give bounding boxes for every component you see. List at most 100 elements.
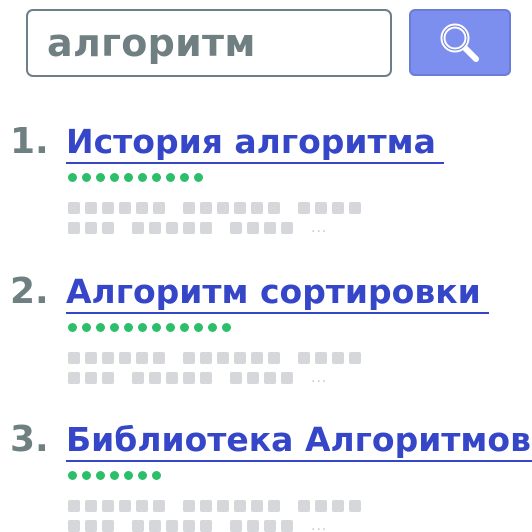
placeholder-block — [68, 352, 80, 364]
rating-dot — [180, 173, 189, 182]
placeholder-block — [153, 352, 165, 364]
placeholder-block — [153, 500, 165, 512]
ellipsis-placeholder: ... — [311, 518, 328, 532]
placeholder-block — [332, 500, 344, 512]
placeholder-block — [68, 500, 80, 512]
placeholder-block — [268, 500, 280, 512]
placeholder-block — [281, 372, 293, 384]
rating-dot — [110, 471, 119, 480]
placeholder-block — [166, 520, 178, 532]
placeholder-block — [183, 520, 195, 532]
placeholder-block — [102, 500, 114, 512]
snippet-line — [68, 202, 361, 214]
rating-dots — [68, 471, 161, 480]
placeholder-block — [132, 520, 144, 532]
placeholder-block — [183, 372, 195, 384]
placeholder-block — [217, 202, 229, 214]
rating-dot — [194, 173, 203, 182]
search-input[interactable]: алгоритм — [26, 9, 392, 77]
placeholder-block — [234, 352, 246, 364]
rating-dot — [110, 323, 119, 332]
placeholder-block — [149, 372, 161, 384]
placeholder-block — [136, 500, 148, 512]
result-link[interactable]: История алгоритма — [66, 122, 444, 164]
placeholder-block — [85, 520, 97, 532]
rating-dot — [152, 323, 161, 332]
rating-dot — [124, 471, 133, 480]
search-icon — [440, 23, 479, 62]
placeholder-block — [247, 222, 259, 234]
placeholder-block — [132, 372, 144, 384]
search-query: алгоритм — [47, 21, 256, 65]
snippet-line: ... — [68, 221, 327, 235]
rating-dot — [96, 471, 105, 480]
ellipsis-placeholder: ... — [311, 370, 328, 386]
placeholder-block — [251, 202, 263, 214]
placeholder-block — [332, 352, 344, 364]
rating-dot — [194, 323, 203, 332]
rating-dot — [96, 323, 105, 332]
rating-dot — [152, 471, 161, 480]
placeholder-block — [102, 202, 114, 214]
rating-dots — [68, 173, 203, 182]
placeholder-block — [349, 500, 361, 512]
rating-dot — [68, 471, 77, 480]
placeholder-block — [183, 352, 195, 364]
placeholder-block — [85, 202, 97, 214]
placeholder-block — [68, 202, 80, 214]
placeholder-block — [68, 520, 80, 532]
rating-dot — [152, 173, 161, 182]
placeholder-block — [230, 372, 242, 384]
result-number: 3. — [10, 419, 49, 460]
placeholder-block — [332, 202, 344, 214]
placeholder-block — [119, 500, 131, 512]
result-link[interactable]: Библиотека Алгоритмов — [66, 420, 532, 462]
placeholder-block — [119, 202, 131, 214]
placeholder-block — [349, 352, 361, 364]
search-results-page: алгоритм 1. История алгоритма ... 2. Алг… — [0, 0, 532, 532]
placeholder-block — [251, 352, 263, 364]
rating-dot — [82, 471, 91, 480]
result-number: 2. — [10, 271, 49, 312]
placeholder-block — [349, 202, 361, 214]
rating-dot — [208, 323, 217, 332]
placeholder-block — [166, 222, 178, 234]
placeholder-block — [315, 352, 327, 364]
placeholder-block — [200, 222, 212, 234]
placeholder-block — [247, 520, 259, 532]
placeholder-block — [217, 500, 229, 512]
placeholder-block — [315, 500, 327, 512]
placeholder-block — [268, 202, 280, 214]
rating-dot — [82, 323, 91, 332]
rating-dot — [124, 323, 133, 332]
placeholder-block — [298, 352, 310, 364]
placeholder-block — [183, 222, 195, 234]
placeholder-block — [166, 372, 178, 384]
placeholder-block — [230, 520, 242, 532]
placeholder-block — [234, 500, 246, 512]
placeholder-block — [102, 222, 114, 234]
placeholder-block — [149, 222, 161, 234]
search-button[interactable] — [409, 9, 511, 76]
rating-dot — [110, 173, 119, 182]
result-link[interactable]: Алгоритм сортировки — [66, 272, 489, 314]
placeholder-block — [68, 222, 80, 234]
rating-dot — [180, 323, 189, 332]
placeholder-block — [200, 500, 212, 512]
placeholder-block — [200, 520, 212, 532]
placeholder-block — [264, 222, 276, 234]
rating-dot — [138, 173, 147, 182]
placeholder-block — [230, 222, 242, 234]
placeholder-block — [183, 500, 195, 512]
placeholder-block — [298, 202, 310, 214]
placeholder-block — [264, 372, 276, 384]
placeholder-block — [315, 202, 327, 214]
rating-dots — [68, 323, 231, 332]
snippet-line: ... — [68, 518, 328, 532]
rating-dot — [222, 323, 231, 332]
placeholder-block — [268, 352, 280, 364]
placeholder-block — [102, 352, 114, 364]
snippet-line: ... — [68, 370, 328, 386]
placeholder-block — [85, 500, 97, 512]
rating-dot — [124, 173, 133, 182]
